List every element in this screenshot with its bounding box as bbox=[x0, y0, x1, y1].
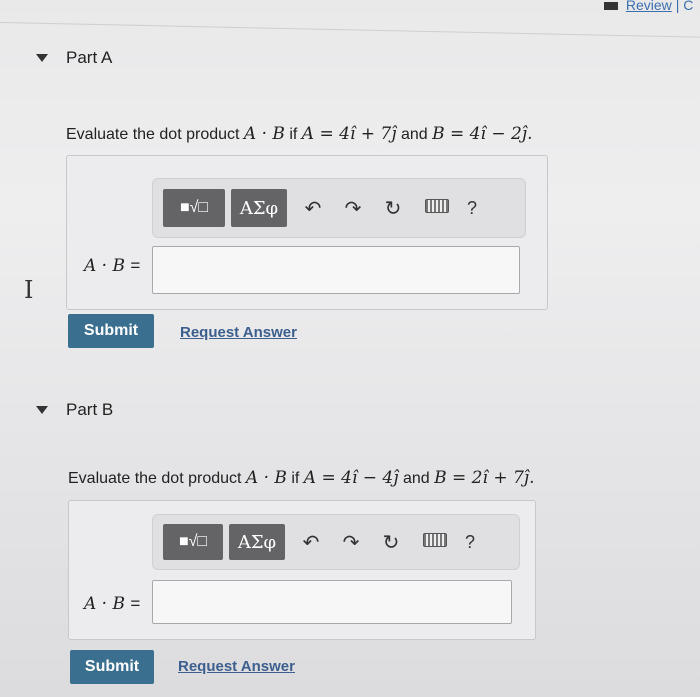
part-a-submit-button[interactable]: Submit bbox=[68, 314, 154, 348]
review-separator: | bbox=[675, 0, 680, 13]
part-a-request-answer-link[interactable]: Request Answer bbox=[180, 324, 297, 341]
review-icon bbox=[604, 2, 618, 11]
part-b-title: Part B bbox=[66, 400, 114, 419]
keyboard-icon[interactable] bbox=[413, 198, 461, 218]
part-b-question: Evaluate the dot product A · B if A = 4î… bbox=[68, 468, 535, 488]
reset-icon[interactable]: ↻ bbox=[371, 530, 411, 555]
undo-icon[interactable]: ↶ bbox=[293, 196, 333, 221]
part-b-request-answer-link[interactable]: Request Answer bbox=[178, 658, 295, 675]
next-link[interactable]: C bbox=[683, 0, 693, 13]
part-a-answer-label: A · B = bbox=[84, 256, 141, 276]
redo-icon[interactable]: ↷ bbox=[331, 530, 371, 555]
part-a-answer-input[interactable] bbox=[152, 246, 520, 294]
greek-symbols-button[interactable]: ΑΣφ bbox=[229, 524, 285, 560]
part-b-header[interactable]: Part B bbox=[36, 400, 113, 420]
header-divider bbox=[0, 22, 700, 38]
keyboard-icon[interactable] bbox=[411, 532, 459, 552]
review-link-area: Review | C bbox=[604, 0, 693, 13]
redo-icon[interactable]: ↷ bbox=[333, 196, 373, 221]
help-button[interactable]: ? bbox=[467, 198, 477, 219]
part-a-question: Evaluate the dot product A · B if A = 4î… bbox=[66, 124, 533, 144]
undo-icon[interactable]: ↶ bbox=[291, 530, 331, 555]
part-a-header[interactable]: Part A bbox=[36, 48, 112, 68]
reset-icon[interactable]: ↻ bbox=[373, 196, 413, 221]
collapse-triangle-icon[interactable] bbox=[36, 54, 48, 62]
part-a-title: Part A bbox=[66, 48, 113, 67]
greek-symbols-button[interactable]: ΑΣφ bbox=[231, 189, 287, 227]
help-button[interactable]: ? bbox=[465, 532, 475, 553]
part-b-math-toolbar: ■√□ ΑΣφ ↶ ↷ ↻ ? bbox=[152, 514, 520, 570]
review-link[interactable]: Review bbox=[626, 0, 672, 13]
collapse-triangle-icon[interactable] bbox=[36, 406, 48, 414]
part-b-submit-button[interactable]: Submit bbox=[70, 650, 154, 684]
part-b-answer-label: A · B = bbox=[84, 594, 141, 614]
part-b-answer-input[interactable] bbox=[152, 580, 512, 624]
templates-button[interactable]: ■√□ bbox=[163, 524, 223, 560]
templates-button[interactable]: ■√□ bbox=[163, 189, 225, 227]
text-cursor-icon: I bbox=[24, 276, 34, 304]
part-a-math-toolbar: ■√□ ΑΣφ ↶ ↷ ↻ ? bbox=[152, 178, 526, 238]
